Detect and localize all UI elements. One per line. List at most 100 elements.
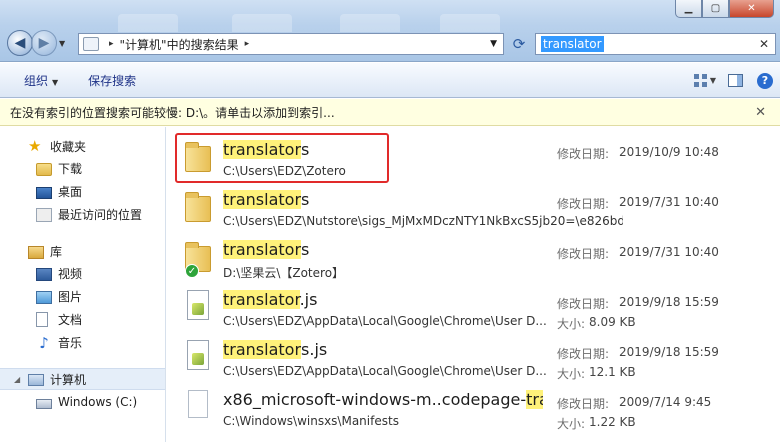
recent-pages-dropdown[interactable]: ▼	[59, 39, 65, 48]
result-item[interactable]: translators C:\Users\EDZ\Nutstore\sigs_M…	[177, 182, 767, 232]
pictures-icon	[36, 291, 52, 304]
search-folder-icon	[83, 37, 99, 51]
search-query[interactable]: translator	[541, 36, 604, 52]
result-name[interactable]: x86_microsoft-windows-m..codepage-tra	[223, 390, 543, 409]
sidebar-item-label: 文档	[58, 313, 83, 327]
arrow-right-icon: ▶	[38, 35, 50, 51]
result-name[interactable]: translators.js	[223, 340, 327, 359]
date-label: 修改日期:	[557, 347, 610, 361]
sidebar-item-label: 最近访问的位置	[58, 208, 143, 222]
sidebar-group-label: 计算机	[50, 372, 87, 387]
result-path: C:\Users\EDZ\Nutstore\sigs_MjMxMDczNTY1N…	[223, 214, 623, 228]
size-label: 大小:	[557, 317, 586, 331]
sidebar-item-documents[interactable]: 文档	[0, 308, 165, 331]
index-info-bar[interactable]: 在没有索引的位置搜索可能较慢: D:\。请单击以添加到索引... ✕	[0, 99, 780, 126]
sidebar-group-favorites[interactable]: ★ 收藏夹	[0, 135, 165, 157]
js-file-icon	[185, 290, 211, 322]
sidebar-group-label: 收藏夹	[50, 139, 87, 154]
organize-label: 组织	[24, 73, 49, 88]
result-path: C:\Users\EDZ\AppData\Local\Google\Chrome…	[223, 364, 547, 378]
chevron-down-icon: ▼	[709, 76, 717, 85]
downloads-folder-icon	[36, 163, 52, 176]
close-infobar-icon[interactable]: ✕	[755, 105, 766, 120]
preview-pane-button[interactable]	[720, 74, 750, 87]
sidebar-item-label: 音乐	[58, 336, 83, 350]
desktop-icon	[36, 186, 52, 199]
result-item[interactable]: translators.js C:\Users\EDZ\AppData\Loca…	[177, 332, 767, 382]
result-item[interactable]: x86_microsoft-windows-m..codepage-tra C:…	[177, 382, 767, 432]
preview-pane-icon	[727, 74, 743, 87]
music-icon: ♪	[39, 333, 49, 352]
navigation-buttons: ◀ ▶ ▼	[7, 30, 65, 56]
change-view-button[interactable]: ▼	[690, 74, 720, 87]
date-label: 修改日期:	[557, 197, 610, 211]
folder-icon	[185, 190, 211, 222]
window-controls: ▁ ▢ ✕	[675, 0, 774, 18]
date-value: 2019/9/18 15:59	[619, 295, 719, 309]
refresh-icon: ⟳	[512, 35, 526, 53]
breadcrumb-separator[interactable]: ▸	[245, 39, 250, 49]
expand-arrow-icon[interactable]: ◢	[14, 375, 20, 384]
sidebar-item-label: 下载	[58, 162, 83, 176]
maximize-button[interactable]: ▢	[702, 0, 729, 18]
background-tab	[118, 14, 178, 32]
result-path: C:\Users\EDZ\AppData\Local\Google\Chrome…	[223, 314, 547, 328]
clear-search-icon[interactable]: ✕	[759, 37, 769, 51]
navigation-pane: ★ 收藏夹 下载 桌面 最近访问的位置 库 视频 图片 文档 ♪ 音乐 ◢ 计算…	[0, 127, 166, 442]
result-name[interactable]: translators	[223, 190, 309, 209]
back-button[interactable]: ◀	[7, 30, 33, 56]
organize-menu[interactable]: 组织 ▼	[12, 72, 70, 89]
address-bar[interactable]: ▸ "计算机"中的搜索结果 ▸ ▼	[78, 33, 504, 55]
date-label: 修改日期:	[557, 297, 610, 311]
size-label: 大小:	[557, 417, 586, 431]
forward-button[interactable]: ▶	[31, 30, 57, 56]
result-path: C:\Windows\winsxs\Manifests	[223, 414, 399, 428]
date-label: 修改日期:	[557, 397, 610, 411]
date-value: 2019/7/31 10:40	[619, 245, 719, 259]
sidebar-item-drive-c[interactable]: Windows (C:)	[0, 390, 165, 413]
sidebar-item-music[interactable]: ♪ 音乐	[0, 331, 165, 354]
save-search-button[interactable]: 保存搜索	[76, 72, 148, 89]
star-icon: ★	[28, 137, 42, 155]
background-tab	[340, 14, 400, 32]
sidebar-group-libraries[interactable]: 库	[0, 240, 165, 262]
result-name[interactable]: translators	[223, 240, 309, 259]
refresh-button[interactable]: ⟳	[508, 33, 530, 55]
size-value: 12.1 KB	[589, 365, 636, 379]
command-toolbar: 组织 ▼ 保存搜索 ▼ ?	[0, 63, 780, 98]
background-tab	[440, 14, 500, 32]
search-input[interactable]: translator ✕	[535, 33, 776, 55]
breadcrumb-segment[interactable]: "计算机"中的搜索结果	[120, 36, 239, 53]
sidebar-item-videos[interactable]: 视频	[0, 262, 165, 285]
chevron-down-icon: ▼	[52, 77, 59, 87]
sidebar-item-pictures[interactable]: 图片	[0, 285, 165, 308]
sidebar-group-computer[interactable]: ◢ 计算机	[0, 368, 165, 390]
date-label: 修改日期:	[557, 247, 610, 261]
window-titlebar: ▁ ▢ ✕ ◀ ▶ ▼ ▸ "计算机"中的搜索结果 ▸ ▼ ⟳ translat…	[0, 0, 780, 62]
synced-folder-icon: ✓	[185, 240, 211, 278]
result-path: D:\坚果云\【Zotero】	[223, 266, 345, 280]
size-value: 8.09 KB	[589, 315, 636, 329]
sidebar-item-desktop[interactable]: 桌面	[0, 180, 165, 203]
sidebar-item-label: 图片	[58, 290, 83, 304]
address-history-dropdown[interactable]: ▼	[490, 39, 497, 49]
date-value: 2019/7/31 10:40	[619, 195, 719, 209]
sidebar-item-label: 视频	[58, 267, 83, 281]
help-button[interactable]: ?	[750, 72, 780, 89]
result-item[interactable]: translator.js C:\Users\EDZ\AppData\Local…	[177, 282, 767, 332]
sidebar-item-label: 桌面	[58, 185, 83, 199]
sidebar-item-downloads[interactable]: 下载	[0, 157, 165, 180]
view-controls: ▼ ?	[690, 63, 780, 98]
result-item[interactable]: ✓ translators D:\坚果云\【Zotero】 修改日期: 2019…	[177, 232, 767, 282]
breadcrumb-separator[interactable]: ▸	[109, 39, 114, 49]
date-value: 2019/9/18 15:59	[619, 345, 719, 359]
close-button[interactable]: ✕	[729, 0, 774, 18]
result-name[interactable]: translator.js	[223, 290, 317, 309]
date-value: 2019/10/9 10:48	[619, 145, 719, 159]
minimize-button[interactable]: ▁	[675, 0, 702, 18]
arrow-left-icon: ◀	[14, 35, 26, 51]
date-value: 2009/7/14 9:45	[619, 395, 712, 409]
sidebar-item-recent-places[interactable]: 最近访问的位置	[0, 203, 165, 226]
documents-icon	[36, 312, 48, 327]
background-tab	[232, 14, 292, 32]
